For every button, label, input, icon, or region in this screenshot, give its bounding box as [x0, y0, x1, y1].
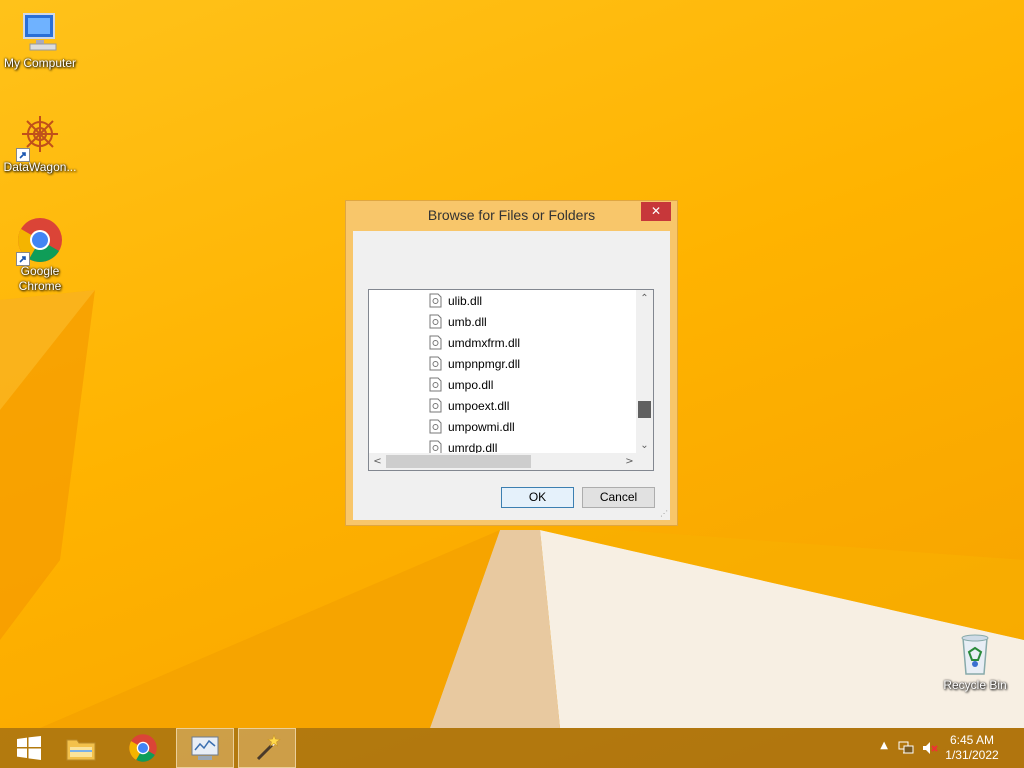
dialog-title: Browse for Files or Folders — [427, 207, 596, 223]
vertical-scrollbar[interactable]: ⌃ ⌄ — [636, 290, 653, 454]
tree-item[interactable]: umdmxfrm.dll — [429, 332, 520, 353]
shortcut-arrow-icon — [16, 148, 30, 162]
taskbar-file-explorer[interactable] — [52, 728, 110, 768]
resize-grip-icon[interactable]: ⋰ — [660, 510, 668, 518]
desktop-icon-label: DataWagon... — [3, 160, 77, 174]
dll-file-icon — [429, 356, 442, 371]
monitor-app-icon — [191, 736, 219, 760]
dll-file-icon — [429, 314, 442, 329]
desktop-icon-label: Google Chrome — [18, 264, 62, 293]
desktop-icon-google-chrome[interactable]: Google Chrome — [0, 216, 80, 294]
close-button[interactable]: ✕ — [641, 202, 671, 221]
dialog-titlebar[interactable]: Browse for Files or Folders ✕ — [346, 201, 677, 231]
volume-muted-icon[interactable] — [922, 740, 938, 760]
tree-item-label: umdmxfrm.dll — [448, 335, 521, 350]
tree-item-label: umpowmi.dll — [448, 419, 515, 434]
tree-item[interactable]: umpo.dll — [429, 374, 493, 395]
scroll-up-button[interactable]: ⌃ — [636, 290, 653, 307]
ok-button[interactable]: OK — [501, 487, 574, 508]
dialog-client-area: ulib.dll umb.dll umdmxfrm.dll umpnpmgr.d… — [353, 231, 670, 520]
scroll-down-button[interactable]: ⌄ — [636, 437, 653, 454]
show-hidden-icons-icon[interactable]: ▲ — [880, 740, 888, 751]
horizontal-scroll-thumb[interactable] — [386, 455, 531, 468]
clock-date: 1/31/2022 — [945, 748, 999, 762]
taskbar-app-wizard[interactable] — [238, 728, 296, 768]
vertical-scroll-thumb[interactable] — [638, 401, 651, 418]
start-button[interactable] — [0, 728, 58, 768]
taskbar-chrome[interactable] — [114, 728, 172, 768]
desktop-icon-my-computer[interactable]: My Computer — [0, 8, 80, 71]
horizontal-scrollbar[interactable]: < > — [369, 453, 638, 470]
tree-item[interactable]: umb.dll — [429, 311, 487, 332]
tree-item[interactable]: ulib.dll — [429, 290, 482, 311]
windows-logo-icon — [17, 736, 41, 760]
desktop-icon-label: My Computer — [3, 56, 77, 70]
tree-item[interactable]: umpoext.dll — [429, 395, 509, 416]
desktop-icon-datawagon[interactable]: DataWagon... — [0, 112, 80, 175]
browse-dialog: Browse for Files or Folders ✕ ulib.dll u… — [345, 200, 678, 526]
shortcut-arrow-icon — [16, 252, 30, 266]
cancel-button[interactable]: Cancel — [582, 487, 655, 508]
chrome-icon — [16, 216, 64, 266]
scrollbar-corner — [636, 453, 653, 470]
recycle-bin-icon — [951, 630, 999, 678]
dll-file-icon — [429, 377, 442, 392]
magic-wand-icon — [256, 734, 281, 761]
tree-item-label: umb.dll — [448, 314, 487, 329]
dll-file-icon — [429, 398, 442, 413]
scroll-left-button[interactable]: < — [369, 453, 386, 470]
tree-item[interactable]: umpnpmgr.dll — [429, 353, 520, 374]
taskbar: ▲ 6:45 AM 1/31/2022 — [0, 728, 1024, 768]
tree-item[interactable]: umpowmi.dll — [429, 416, 515, 437]
dll-file-icon — [429, 335, 442, 350]
tree-item-label: umpnpmgr.dll — [448, 356, 521, 371]
clock[interactable]: 6:45 AM 1/31/2022 — [942, 733, 1002, 763]
network-icon[interactable] — [898, 740, 914, 760]
clock-time: 6:45 AM — [949, 733, 995, 747]
dll-file-icon — [429, 419, 442, 434]
dll-file-icon — [429, 293, 442, 308]
tree-item-label: umpo.dll — [448, 377, 494, 392]
tree-item-label: umpoext.dll — [448, 398, 510, 413]
file-tree[interactable]: ulib.dll umb.dll umdmxfrm.dll umpnpmgr.d… — [368, 289, 654, 471]
chrome-icon — [129, 734, 157, 762]
computer-icon — [16, 8, 64, 56]
taskbar-app-monitor[interactable] — [176, 728, 234, 768]
datawagon-icon — [16, 112, 64, 162]
desktop-icon-label: Recycle Bin — [943, 678, 1007, 692]
tree-item-label: ulib.dll — [448, 293, 483, 308]
folder-icon — [66, 739, 96, 761]
desktop-icon-recycle-bin[interactable]: Recycle Bin — [935, 630, 1015, 693]
